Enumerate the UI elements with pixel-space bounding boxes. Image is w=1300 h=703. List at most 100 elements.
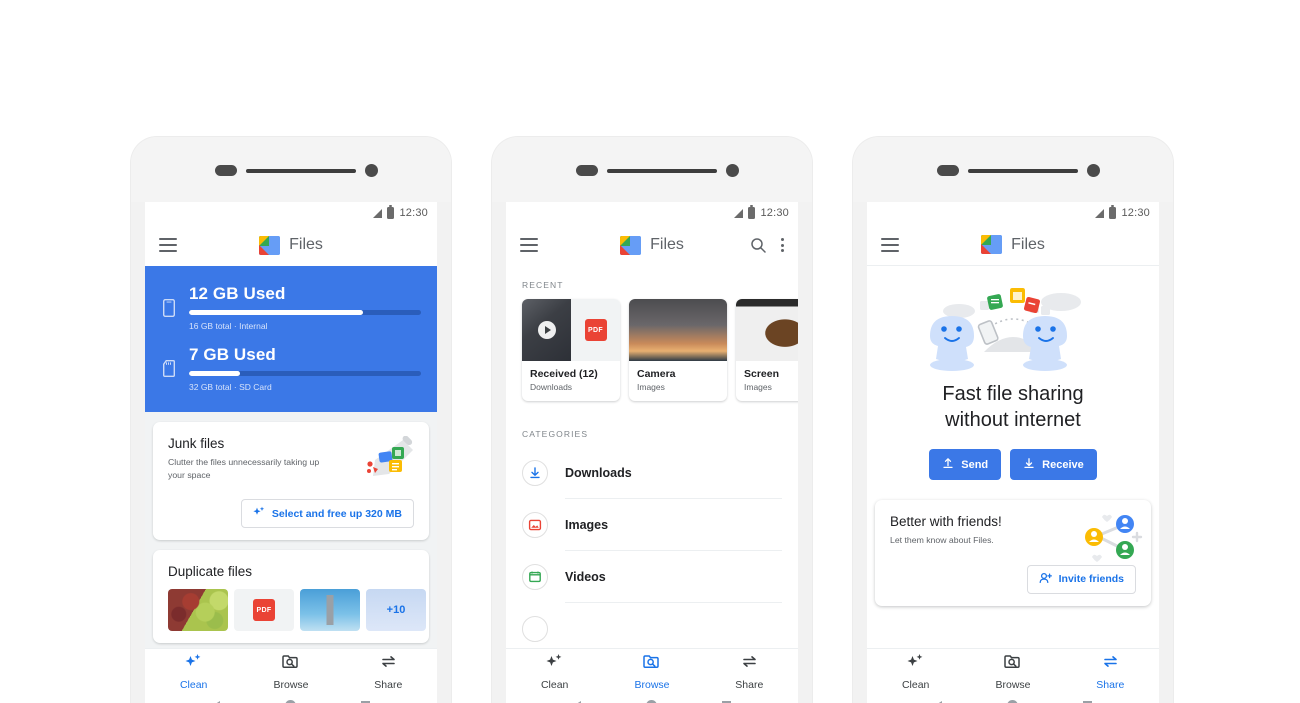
- bottom-nav-browse[interactable]: Browse: [964, 653, 1061, 691]
- bottom-nav-label: Share: [374, 678, 403, 691]
- bottom-nav-clean[interactable]: Clean: [867, 653, 964, 691]
- share-arrows-icon: [740, 653, 759, 676]
- front-camera-icon: [726, 164, 739, 177]
- bottom-navigation: Clean Browse Share: [867, 648, 1159, 694]
- receive-label: Receive: [1042, 458, 1084, 471]
- app-brand: Files: [981, 235, 1045, 254]
- share-arrows-icon: [379, 653, 398, 676]
- hamburger-icon[interactable]: [159, 238, 177, 252]
- select-and-free-up-button[interactable]: Select and free up 320 MB: [240, 499, 414, 529]
- phone-screen-1: 12:30 Files 12 GB Used 16 GB total · Int…: [145, 202, 437, 703]
- storage-subtitle: 32 GB total · SD Card: [189, 382, 272, 392]
- category-row-videos[interactable]: Videos: [506, 551, 798, 603]
- phone-device-3: 12:30 Files Fast file sharing without in…: [853, 137, 1173, 703]
- more-thumb[interactable]: +10: [366, 589, 426, 632]
- bottom-nav-browse[interactable]: Browse: [603, 653, 700, 691]
- video-pdf-thumb: PDF: [522, 299, 620, 361]
- better-with-friends-card[interactable]: Better with friends! Let them know about…: [875, 500, 1151, 606]
- bottom-nav-label: Browse: [634, 678, 670, 691]
- video-icon: [522, 564, 548, 590]
- recent-card[interactable]: Camera Images: [629, 299, 727, 401]
- search-icon[interactable]: [750, 237, 767, 254]
- app-brand-wrap: Files: [145, 235, 437, 255]
- files-logo-icon: [259, 235, 281, 255]
- device-bezel-top: [131, 137, 451, 202]
- bottom-nav-label: Share: [1096, 678, 1125, 691]
- invite-friends-button[interactable]: Invite friends: [1026, 564, 1136, 594]
- recent-card-meta: Camera Images: [629, 361, 727, 401]
- system-navigation-bar: [145, 694, 437, 703]
- apples-thumb[interactable]: [168, 589, 228, 632]
- overflow-menu-icon[interactable]: [781, 238, 784, 252]
- categories-section: CATEGORIES Downloads Images Videos: [506, 415, 798, 655]
- hero-buttons: Send Receive: [867, 449, 1159, 481]
- recent-card[interactable]: PDF Received (12) Downloads: [522, 299, 620, 401]
- folder-search-icon: [642, 653, 661, 676]
- storage-main-internal: 12 GB Used 16 GB total · Internal: [189, 284, 421, 331]
- recent-card-meta: Screen Images: [736, 361, 798, 401]
- pdf-badge: PDF: [253, 599, 275, 622]
- speaker-grille: [607, 169, 717, 173]
- sd-card-icon: [161, 360, 177, 377]
- app-bar-actions: [750, 237, 784, 254]
- app-bar: Files: [506, 224, 798, 266]
- status-time: 12:30: [760, 207, 789, 219]
- status-bar: 12:30: [867, 202, 1159, 224]
- phone-device-1: 12:30 Files 12 GB Used 16 GB total · Int…: [131, 137, 451, 703]
- pdf-thumb[interactable]: PDF: [234, 589, 294, 632]
- send-button[interactable]: Send: [929, 449, 1002, 481]
- folder-search-icon: [281, 653, 300, 676]
- speaker-dot: [937, 165, 959, 176]
- hamburger-icon[interactable]: [881, 237, 899, 252]
- bottom-nav-share[interactable]: Share: [1062, 653, 1159, 691]
- person-add-icon: [1039, 572, 1052, 587]
- bottom-nav-share[interactable]: Share: [340, 653, 437, 691]
- storage-header: 12 GB Used 16 GB total · Internal 7 GB U…: [145, 266, 437, 412]
- category-label: Images: [565, 499, 782, 551]
- tower-thumb[interactable]: [300, 589, 360, 632]
- phone-device-2: 12:30 Files RECENT PDF Received (12) Dow…: [492, 137, 812, 703]
- bottom-nav-label: Browse: [273, 678, 309, 691]
- speaker-dot: [215, 165, 237, 176]
- speaker-grille: [968, 169, 1078, 173]
- junk-files-card[interactable]: Junk files Clutter the files unnecessari…: [153, 422, 429, 541]
- bottom-nav-label: Clean: [179, 678, 208, 691]
- share-arrows-icon: [1101, 653, 1120, 676]
- storage-progress: [189, 371, 421, 376]
- bottom-nav-clean[interactable]: Clean: [145, 653, 242, 691]
- bottom-nav-browse[interactable]: Browse: [242, 653, 339, 691]
- category-row-downloads[interactable]: Downloads: [506, 447, 798, 499]
- bottom-nav-clean[interactable]: Clean: [506, 653, 603, 691]
- storage-main-sdcard: 7 GB Used 32 GB total · SD Card: [189, 345, 421, 392]
- device-bezel-top: [492, 137, 812, 202]
- recent-card-name: Camera: [637, 368, 676, 380]
- sunset-thumb: [629, 299, 727, 361]
- friends-network-illustration: [1077, 514, 1143, 566]
- sparkle-icon: [253, 506, 265, 521]
- bottom-nav-share[interactable]: Share: [701, 653, 798, 691]
- junk-cta-row: Select and free up 320 MB: [168, 481, 414, 529]
- partial-category-icon: [522, 616, 548, 642]
- recent-card-sub: Images: [744, 382, 772, 392]
- donut-thumb: [736, 299, 798, 361]
- storage-title: 7 GB Used: [189, 345, 276, 364]
- bottom-navigation: Clean Browse Share: [506, 648, 798, 694]
- screenshot-stage: 12:30 Files 12 GB Used 16 GB total · Int…: [0, 0, 1300, 703]
- recent-card[interactable]: Screen Images: [736, 299, 798, 401]
- receive-button[interactable]: Receive: [1010, 449, 1097, 481]
- category-label: Downloads: [565, 447, 782, 499]
- app-title: Files: [1011, 235, 1045, 253]
- storage-subtitle: 16 GB total · Internal: [189, 321, 268, 331]
- storage-row-sdcard: 7 GB Used 32 GB total · SD Card: [161, 345, 421, 392]
- duplicate-files-card[interactable]: Duplicate files PDF +10: [153, 550, 429, 644]
- screen-body-browse: RECENT PDF Received (12) Downloads Camer…: [506, 266, 798, 703]
- categories-label: CATEGORIES: [506, 415, 798, 447]
- hamburger-icon[interactable]: [520, 238, 538, 252]
- card-subtitle: Clutter the files unnecessarily taking u…: [168, 457, 320, 480]
- junk-cta-label: Select and free up 320 MB: [271, 507, 402, 520]
- hero-title-line2: without internet: [945, 408, 1081, 431]
- pdf-badge: PDF: [584, 319, 607, 341]
- storage-title: 12 GB Used: [189, 284, 286, 303]
- category-row-images[interactable]: Images: [506, 499, 798, 551]
- bottom-nav-label: Share: [735, 678, 764, 691]
